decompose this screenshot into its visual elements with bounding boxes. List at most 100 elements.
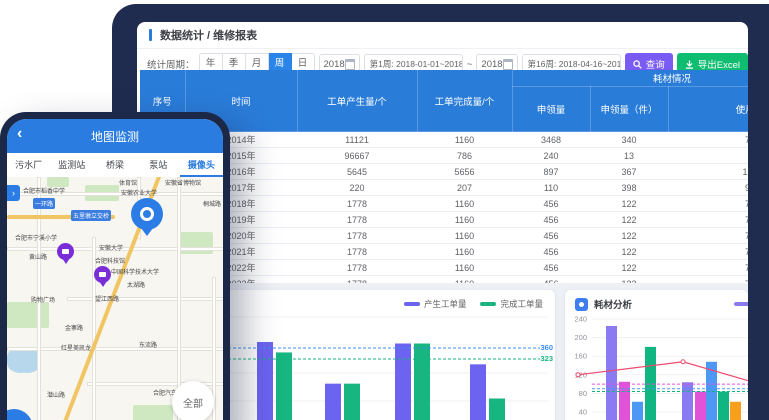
cell: 1778: [297, 228, 417, 244]
phone-frame: ‹ 地图监测 污水厂监测站桥梁泵站摄像头: [0, 112, 230, 420]
all-filter-button[interactable]: 全部: [172, 381, 214, 420]
sub-header: 申领量: [512, 87, 590, 132]
phone-tab-摄像头[interactable]: 摄像头: [180, 153, 223, 177]
bar-completed: [344, 384, 360, 420]
consumable-bar: [632, 402, 643, 420]
cell: 1160: [417, 132, 512, 148]
cell: 1778: [297, 212, 417, 228]
cell: 122: [590, 212, 668, 228]
cell: 456: [512, 260, 590, 276]
cell: 122: [590, 260, 668, 276]
cell: 1160: [417, 260, 512, 276]
cell: 79: [668, 260, 748, 276]
phone-header: ‹ 地图监测: [7, 119, 223, 153]
phone-tab-监测站[interactable]: 监测站: [50, 153, 93, 177]
pin-tail: [99, 281, 107, 287]
phone-tab-污水厂[interactable]: 污水厂: [7, 153, 50, 177]
legend-item: 完成工单量: [480, 298, 543, 310]
map-poi-label: 安徽大学: [99, 243, 123, 252]
pin-tail: [62, 258, 70, 264]
map-poi-label: 望江西路: [95, 294, 119, 303]
consumable-bar: [730, 402, 741, 420]
selected-location-pin[interactable]: [131, 198, 163, 230]
cell: 220: [297, 180, 417, 196]
start-week-value: 第1周: 2018-01-01~2018-01-07: [370, 58, 463, 70]
report-table-wrap: 序号时间工单产生量/个工单完成量/个耗材情况申领量申领量（件）使用量库存量120…: [140, 70, 748, 285]
cell: 340: [590, 132, 668, 148]
map-poi-label: 合肥市稻香中学: [23, 186, 65, 195]
map-poi-label: 安徽省博物馆: [165, 178, 201, 187]
col-header: 工单完成量/个: [417, 70, 512, 132]
consumables-chart: 2402001601208040: [565, 290, 748, 420]
cell: 1778: [297, 244, 417, 260]
y-tick-label: 80: [579, 389, 587, 398]
legend-dash: [404, 302, 420, 306]
table-row: 92022年177811604561227967: [140, 260, 748, 276]
cell: 456: [512, 244, 590, 260]
bar-completed: [414, 344, 430, 420]
end-week-value: 第16周: 2018-04-16~2018-04-22: [528, 58, 621, 70]
table-row: 22015年96667786240137690: [140, 148, 748, 164]
cell: 456: [512, 212, 590, 228]
map-park: [133, 405, 173, 420]
cell: 1160: [417, 196, 512, 212]
camera-pin-marker[interactable]: [94, 266, 111, 283]
export-label: 导出Excel: [698, 57, 740, 71]
cell: 897: [512, 164, 590, 180]
phone-title: 地图监测: [91, 128, 139, 145]
table-row: 12014年111211160346834070250: [140, 132, 748, 148]
screenshot-stage: 数据统计 / 维修报表 统计周期： 年季月周日 2018 第1周: 2018-0…: [0, 0, 769, 420]
cell: 79: [668, 212, 748, 228]
map-poi-label: 潜山路: [47, 390, 65, 399]
table-row: 32016年56455656897367124129: [140, 164, 748, 180]
cell: 79: [668, 244, 748, 260]
cell: 96667: [297, 148, 417, 164]
phone-tab-bar: 污水厂监测站桥梁泵站摄像头: [7, 153, 223, 178]
map-view[interactable]: ›五里墩立交桥一环路体育馆安徽省博物馆合肥市稻香中学安徽农业大学桐城路合肥市宁溪…: [7, 177, 223, 420]
cell: 3468: [512, 132, 590, 148]
start-year-value: 2018: [324, 59, 345, 70]
road-name-label: 一环路: [33, 198, 55, 209]
camera-pin-marker[interactable]: [57, 243, 74, 260]
cell: 7: [668, 148, 748, 164]
map-poi-label: 购物广场: [31, 295, 55, 304]
map-road: [67, 297, 223, 301]
y-tick-label: 160: [574, 352, 587, 361]
cell: 367: [590, 164, 668, 180]
phone-tab-桥梁[interactable]: 桥梁: [93, 153, 136, 177]
map-poi-label: 太湖路: [127, 280, 145, 289]
phone-tab-泵站[interactable]: 泵站: [137, 153, 180, 177]
cell: 13: [590, 148, 668, 164]
cell: 1160: [417, 244, 512, 260]
cell: 79: [668, 196, 748, 212]
search-icon: [633, 60, 642, 69]
col-header: 工单产生量/个: [297, 70, 417, 132]
map-poi-label: 合肥科技馆: [95, 256, 125, 265]
locate-fab-button[interactable]: [7, 409, 33, 420]
group-header: 耗材情况: [512, 70, 748, 87]
table-row: 72020年177811604561227967: [140, 228, 748, 244]
back-icon[interactable]: ‹: [17, 125, 22, 143]
bar-generated: [257, 342, 273, 420]
map-expander-button[interactable]: ›: [7, 185, 20, 201]
cell: 456: [512, 228, 590, 244]
consumable-bar: [645, 347, 656, 420]
range-separator: ~: [467, 59, 473, 70]
calendar-icon: [345, 59, 355, 70]
cell: 1778: [297, 196, 417, 212]
trend-line: [578, 362, 748, 384]
table-row: 62019年177811604561227967: [140, 212, 748, 228]
filter-label: 统计周期：: [147, 57, 195, 71]
cell: 1160: [417, 228, 512, 244]
cell: 79: [668, 228, 748, 244]
consumable-bar: [606, 326, 617, 420]
breadcrumb-accent: [149, 29, 152, 41]
cell: 11121: [297, 132, 417, 148]
trend-point: [576, 373, 580, 377]
cell: 5656: [417, 164, 512, 180]
cell: 786: [417, 148, 512, 164]
map-poi-label: 安徽农业大学: [121, 188, 157, 197]
sub-header: 使用量: [668, 87, 748, 132]
cell: 122: [590, 196, 668, 212]
map-poi-label: 红星美凯龙: [61, 343, 91, 352]
